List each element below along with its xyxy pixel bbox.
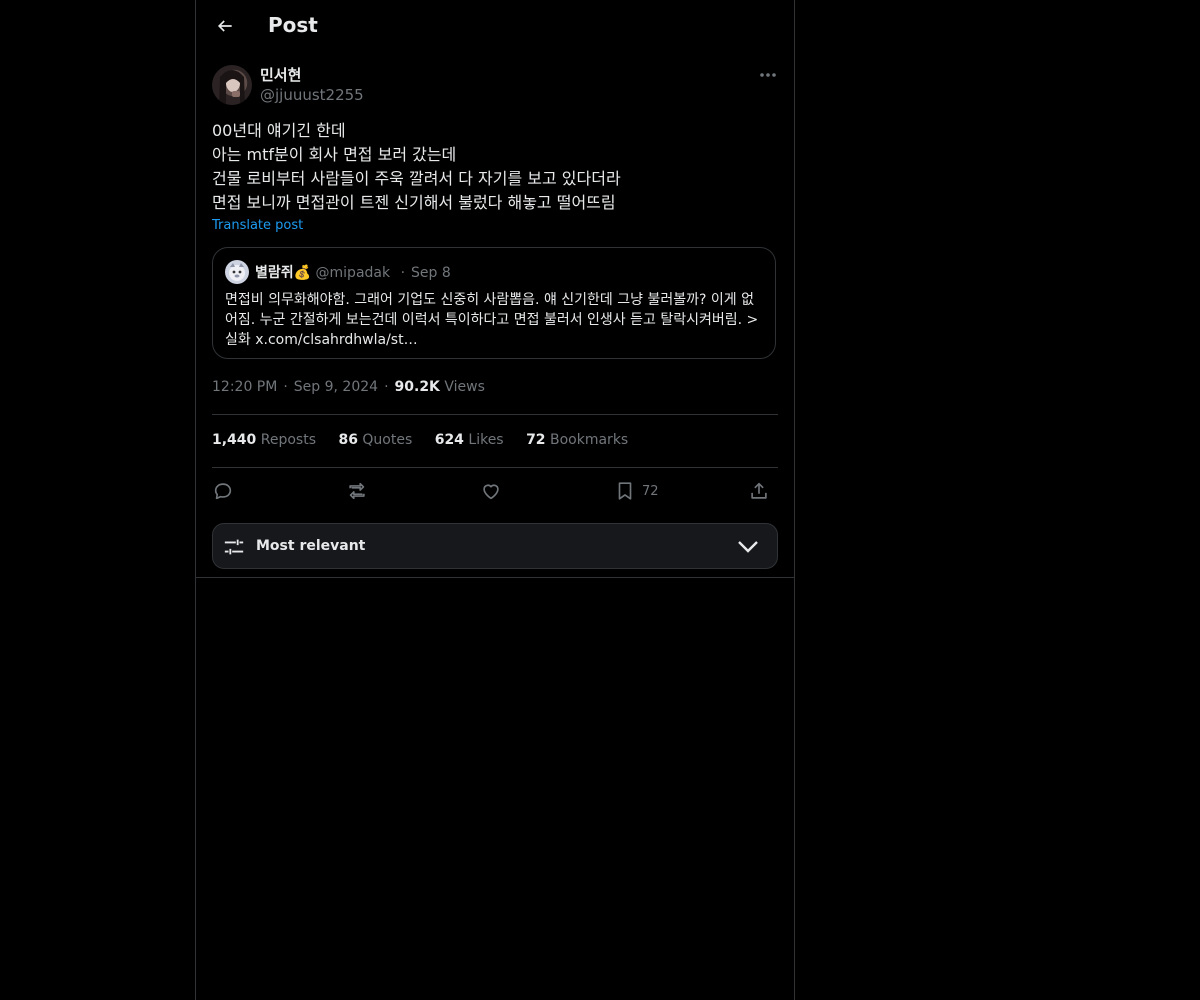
post-time[interactable]: 12:20 PM [212, 379, 277, 395]
share-button[interactable] [748, 478, 770, 504]
quotes-label: Quotes [362, 432, 413, 448]
reply-button[interactable] [212, 478, 234, 504]
views-count: 90.2K [394, 379, 440, 395]
back-button[interactable] [208, 9, 242, 43]
repost-icon [349, 482, 365, 500]
bookmark-count: 72 [642, 483, 659, 499]
quoted-post[interactable]: 별람쥐💰 @mipadak · Sep 8 면접비 의무화해야함. 그래어 기업도… [212, 247, 776, 359]
sliders-icon [224, 539, 244, 555]
stat-bookmarks[interactable]: 72 Bookmarks [526, 432, 628, 448]
quote-handle: @mipadak [315, 265, 391, 281]
quote-avatar [225, 260, 249, 284]
likes-count: 624 [434, 432, 464, 448]
post-line: 면접 보니까 면접관이 트젠 신기해서 불렀다 해놓고 떨어뜨림 [212, 193, 616, 212]
squirrel-avatar-icon [229, 263, 245, 281]
post-text: 00년대 얘기긴 한데 아는 mtf분이 회사 면접 보러 갔는데 건물 로비부… [212, 119, 778, 215]
post-line: 아는 mtf분이 회사 면접 보러 갔는데 [212, 145, 457, 164]
post-meta: 12:20 PM · Sep 9, 2024 · 90.2K Views [212, 379, 485, 395]
quote-header: 별람쥐💰 @mipadak · Sep 8 [255, 262, 451, 282]
quote-display-name: 별람쥐💰 [255, 265, 312, 281]
heart-icon [483, 484, 499, 500]
page-header: Post [196, 0, 794, 54]
quote-text: 면접비 의무화해야함. 그래어 기업도 신중히 사람뽑음. 얘 신기한데 그냥 … [225, 292, 759, 348]
action-bar: 72 [212, 478, 778, 504]
meta-separator: · [384, 379, 389, 395]
sort-label: Most relevant [256, 538, 366, 554]
engagement-stats: 1,440 Reposts 86 Quotes 624 Likes 72 Boo… [212, 432, 646, 448]
replies-sort-dropdown[interactable]: Most relevant [212, 523, 778, 569]
translate-post-link[interactable]: Translate post [212, 218, 303, 233]
reply-icon [214, 483, 232, 500]
more-dots-icon [760, 73, 776, 77]
views-label: Views [444, 379, 485, 395]
stat-reposts[interactable]: 1,440 Reposts [212, 432, 316, 448]
likes-label: Likes [468, 432, 504, 448]
stat-likes[interactable]: 624 Likes [435, 432, 504, 448]
like-button[interactable] [480, 478, 502, 504]
share-icon [751, 482, 767, 499]
divider [196, 577, 794, 578]
author-display-name[interactable]: 민서현 [260, 64, 301, 85]
divider [212, 467, 778, 468]
chevron-down-icon [738, 541, 758, 553]
bookmarks-count: 72 [526, 432, 546, 448]
post-date[interactable]: Sep 9, 2024 [294, 379, 378, 395]
avatar[interactable] [212, 65, 252, 105]
reposts-label: Reposts [260, 432, 316, 448]
post-detail-column: Post 민서현 @jjuuust2255 00년대 얘기긴 한데 아는 mtf… [195, 0, 795, 1000]
repost-button[interactable] [346, 478, 368, 504]
bookmarks-label: Bookmarks [550, 432, 629, 448]
quote-date: Sep 8 [411, 265, 451, 281]
more-options-button[interactable] [756, 64, 780, 86]
bookmark-icon [618, 482, 632, 500]
author-handle[interactable]: @jjuuust2255 [260, 86, 364, 104]
page-title: Post [268, 13, 318, 37]
quotes-count: 86 [338, 432, 358, 448]
post-line: 00년대 얘기긴 한데 [212, 121, 346, 140]
reposts-count: 1,440 [212, 432, 257, 448]
meta-separator: · [283, 379, 288, 395]
arrow-left-icon [217, 20, 232, 32]
avatar-photo-icon [219, 70, 245, 105]
stat-quotes[interactable]: 86 Quotes [338, 432, 412, 448]
post-line: 건물 로비부터 사람들이 주욱 깔려서 다 자기를 보고 있다더라 [212, 169, 621, 188]
bookmark-button[interactable]: 72 [614, 478, 659, 504]
quote-separator: · [400, 265, 406, 281]
divider [212, 414, 778, 415]
